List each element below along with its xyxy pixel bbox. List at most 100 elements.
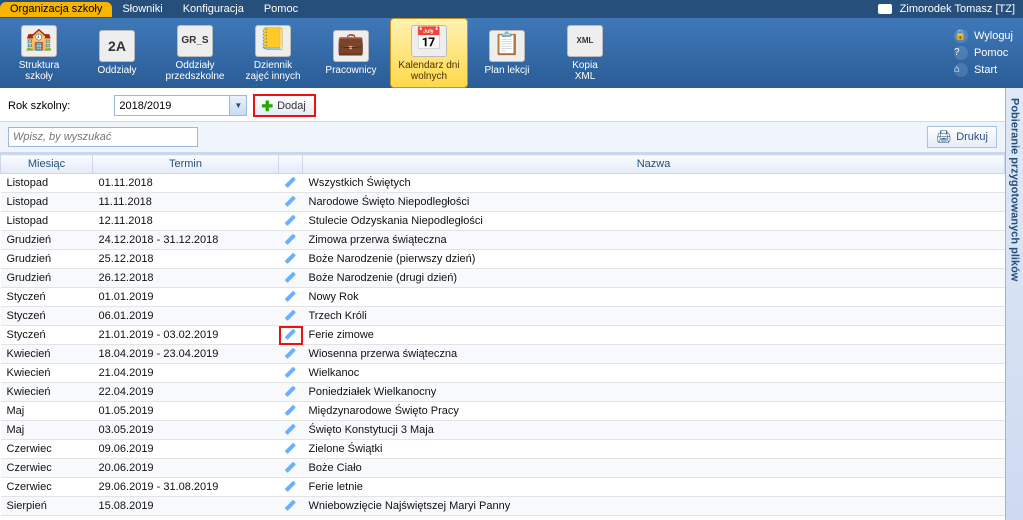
cell-month: Grudzień <box>1 231 93 250</box>
table-row[interactable]: Czerwiec20.06.2019Boże Ciało <box>1 459 1005 478</box>
cell-name: Trzech Króli <box>303 307 1005 326</box>
ribbon-link[interactable]: Start <box>954 63 1013 77</box>
year-combo[interactable]: 2018/2019 ▼ <box>114 95 247 116</box>
menubar-tab[interactable]: Pomoc <box>254 2 308 17</box>
cell-month: Listopad <box>1 174 93 193</box>
ribbon-button-label: Kalendarz dniwolnych <box>398 60 459 82</box>
table-row[interactable]: Grudzień25.12.2018Boże Narodzenie (pierw… <box>1 250 1005 269</box>
cell-term: 03.05.2019 <box>93 421 279 440</box>
home-icon <box>954 63 968 77</box>
print-button[interactable]: Drukuj <box>927 126 997 148</box>
ribbon-icon <box>177 25 213 57</box>
cell-month: Maj <box>1 421 93 440</box>
menubar-tab[interactable]: Słowniki <box>112 2 172 17</box>
cell-name: Nowy Rok <box>303 288 1005 307</box>
cell-month: Czerwiec <box>1 440 93 459</box>
table-row[interactable]: Maj03.05.2019 Święto Konstytucji 3 Maja <box>1 421 1005 440</box>
table-row[interactable]: Styczeń01.01.2019Nowy Rok <box>1 288 1005 307</box>
ribbon-icon <box>411 25 447 57</box>
pencil-icon <box>279 495 302 518</box>
ribbon-link[interactable]: Wyloguj <box>954 29 1013 43</box>
ribbon-icon <box>333 30 369 62</box>
cell-term: 25.12.2018 <box>93 250 279 269</box>
cell-name: Wielkanoc <box>303 364 1005 383</box>
help-icon <box>954 46 968 60</box>
ribbon-button[interactable]: Oddziałyprzedszkolne <box>156 18 234 88</box>
ribbon-button-label: Pracownicy <box>325 65 376 76</box>
table-row[interactable]: Sierpień15.08.2019Wniebowzięcie Najświęt… <box>1 497 1005 516</box>
ribbon-link[interactable]: Pomoc <box>954 46 1013 60</box>
cell-month: Grudzień <box>1 250 93 269</box>
cell-term: 21.01.2019 - 03.02.2019 <box>93 326 279 345</box>
table-row[interactable]: Styczeń06.01.2019Trzech Króli <box>1 307 1005 326</box>
cell-term: 21.04.2019 <box>93 364 279 383</box>
cell-month: Czerwiec <box>1 459 93 478</box>
cell-name: Zielone Świątki <box>303 440 1005 459</box>
col-month-header[interactable]: Miesiąc <box>1 155 93 174</box>
table-row[interactable]: Listopad12.11.2018Stulecie Odzyskania Ni… <box>1 212 1005 231</box>
cell-month: Kwiecień <box>1 345 93 364</box>
cell-month: Kwiecień <box>1 364 93 383</box>
col-term-header[interactable]: Termin <box>93 155 279 174</box>
cell-month: Czerwiec <box>1 478 93 497</box>
table-row[interactable]: Czerwiec29.06.2019 - 31.08.2019Ferie let… <box>1 478 1005 497</box>
table-row[interactable]: Styczeń21.01.2019 - 03.02.2019Ferie zimo… <box>1 326 1005 345</box>
cell-term: 12.11.2018 <box>93 212 279 231</box>
ribbon-button[interactable]: Plan lekcji <box>468 18 546 88</box>
cell-term: 24.12.2018 - 31.12.2018 <box>93 231 279 250</box>
search-input[interactable] <box>8 127 198 147</box>
toolbar-search: Drukuj <box>0 122 1005 153</box>
toolbar-year: Rok szkolny: 2018/2019 ▼ ✚ Dodaj <box>0 88 1005 122</box>
table-row[interactable]: Kwiecień21.04.2019 Wielkanoc <box>1 364 1005 383</box>
cell-name: Ferie letnie <box>303 478 1005 497</box>
print-button-label: Drukuj <box>956 131 988 143</box>
chevron-down-icon[interactable]: ▼ <box>229 96 246 115</box>
cell-name: Boże Ciało <box>303 459 1005 478</box>
ribbon-button[interactable]: Strukturaszkoły <box>0 18 78 88</box>
ribbon-icon <box>255 25 291 57</box>
cell-term: 11.11.2018 <box>93 193 279 212</box>
add-button[interactable]: ✚ Dodaj <box>253 94 315 117</box>
cell-term: 01.05.2019 <box>93 402 279 421</box>
table-row[interactable]: Kwiecień18.04.2019 - 23.04.2019Wiosenna … <box>1 345 1005 364</box>
table-row[interactable]: Kwiecień22.04.2019Poniedziałek Wielkanoc… <box>1 383 1005 402</box>
table-row[interactable]: Grudzień26.12.2018Boże Narodzenie (drugi… <box>1 269 1005 288</box>
side-panel-tab[interactable]: Pobieranie przygotowanych plików <box>1005 88 1023 520</box>
menubar-tab[interactable]: Konfiguracja <box>173 2 254 17</box>
table-row[interactable]: Listopad11.11.2018Narodowe Święto Niepod… <box>1 193 1005 212</box>
cell-term: 26.12.2018 <box>93 269 279 288</box>
table-row[interactable]: Listopad01.11.2018Wszystkich Świętych <box>1 174 1005 193</box>
ribbon-button-label: Dziennikzajęć innych <box>245 60 300 82</box>
calendar-grid: Miesiąc Termin Nazwa Listopad01.11.2018W… <box>0 153 1005 520</box>
table-row[interactable]: Maj01.05.2019Międzynarodowe Święto Pracy <box>1 402 1005 421</box>
table-row[interactable]: Grudzień24.12.2018 - 31.12.2018 Zimowa pr… <box>1 231 1005 250</box>
cell-term: 15.08.2019 <box>93 497 279 516</box>
col-name-header[interactable]: Nazwa <box>303 155 1005 174</box>
cell-name: Międzynarodowe Święto Pracy <box>303 402 1005 421</box>
ribbon-button[interactable]: Pracownicy <box>312 18 390 88</box>
menubar-tab[interactable]: Organizacja szkoły <box>0 2 112 17</box>
cell-month: Grudzień <box>1 269 93 288</box>
ribbon-button-label: KopiaXML <box>572 60 598 82</box>
ribbon-button-label: Oddziałyprzedszkolne <box>166 60 225 82</box>
table-row[interactable]: Czerwiec09.06.2019Zielone Świątki <box>1 440 1005 459</box>
ribbon: Strukturaszkoły Oddziały Oddziałyprzedszko… <box>0 18 1023 88</box>
cell-name: Zimowa przerwa świąteczna <box>303 231 1005 250</box>
ribbon-icon <box>99 30 135 62</box>
ribbon-link-label: Wyloguj <box>974 30 1013 42</box>
cell-name: Ferie zimowe <box>303 326 1005 345</box>
cell-term: 01.11.2018 <box>93 174 279 193</box>
year-label: Rok szkolny: <box>8 100 70 112</box>
cell-name: Poniedziałek Wielkanocny <box>303 383 1005 402</box>
ribbon-button[interactable]: Kalendarz dniwolnych <box>390 18 468 88</box>
cell-name: Święto Konstytucji 3 Maja <box>303 421 1005 440</box>
lock-icon <box>954 29 968 43</box>
edit-cell[interactable] <box>279 497 303 516</box>
ribbon-button[interactable]: Oddziały <box>78 18 156 88</box>
ribbon-button[interactable]: Dziennikzajęć innych <box>234 18 312 88</box>
ribbon-button-label: Strukturaszkoły <box>19 60 60 82</box>
ribbon-icon <box>567 25 603 57</box>
ribbon-link-label: Start <box>974 64 997 76</box>
ribbon-button[interactable]: KopiaXML <box>546 18 624 88</box>
chat-icon[interactable] <box>878 4 892 14</box>
